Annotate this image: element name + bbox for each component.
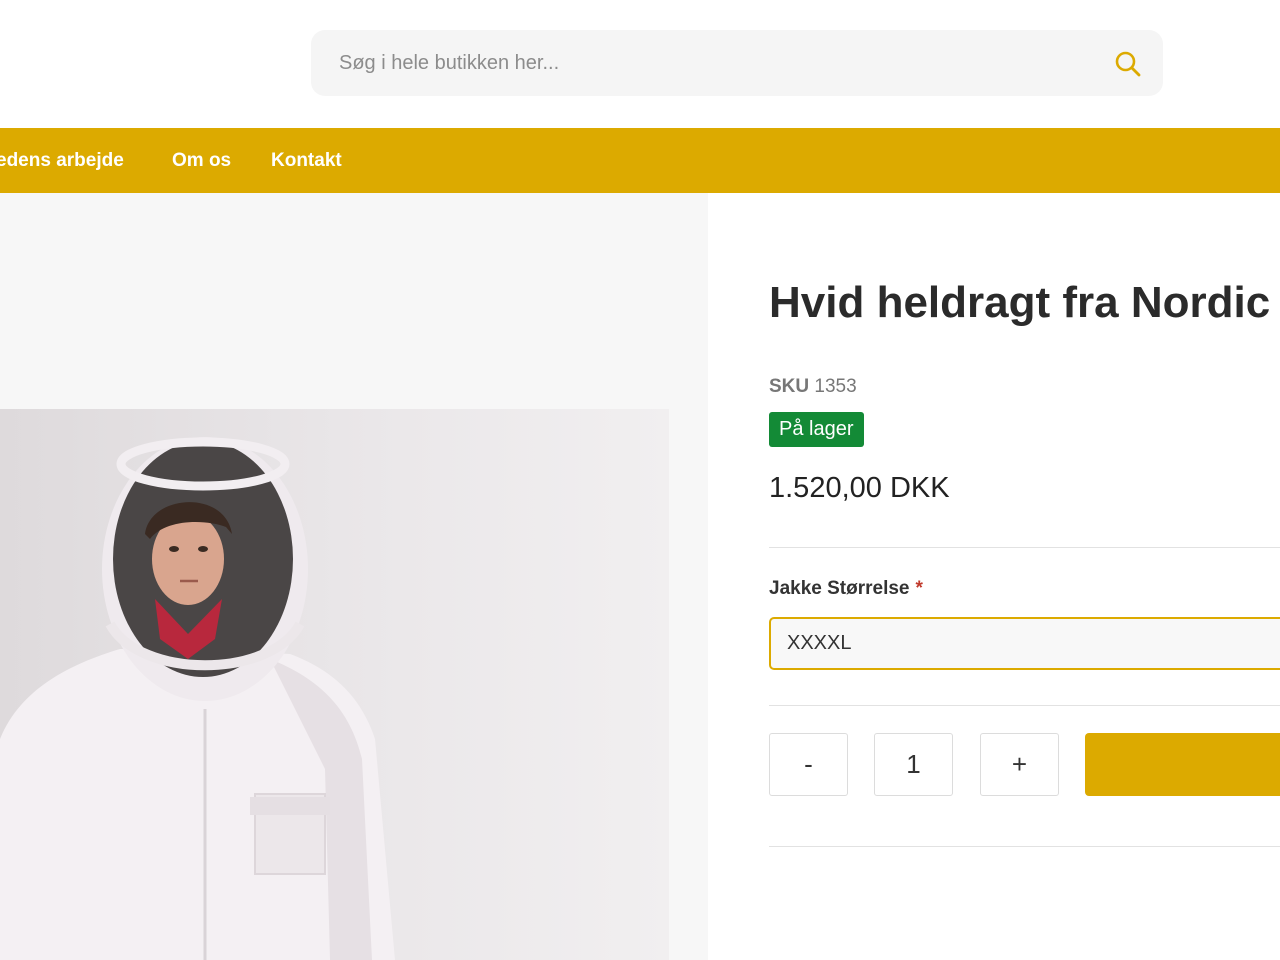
- nav-item-bees-work[interactable]: edens arbejde: [0, 128, 124, 193]
- sku-label: SKU: [769, 376, 810, 397]
- add-to-cart-button[interactable]: [1085, 733, 1280, 796]
- search-icon[interactable]: [1113, 49, 1143, 79]
- size-option-text: Jakke Størrelse: [769, 578, 910, 599]
- divider: [769, 705, 1280, 706]
- stock-badge: På lager: [769, 412, 864, 447]
- divider: [769, 846, 1280, 847]
- product-image[interactable]: [0, 409, 669, 960]
- size-option-label: Jakke Størrelse *: [769, 578, 923, 600]
- required-marker: *: [915, 578, 923, 599]
- quantity-input[interactable]: 1: [874, 733, 953, 796]
- beekeeper-suit-photo: [0, 409, 669, 960]
- search-input[interactable]: [337, 50, 1097, 76]
- product-title: Hvid heldragt fra Nordic: [769, 278, 1271, 327]
- quantity-decrease-button[interactable]: -: [769, 733, 848, 796]
- product-gallery: [0, 193, 708, 960]
- divider: [769, 547, 1280, 548]
- product-sku: SKU 1353: [769, 376, 857, 398]
- sku-value: 1353: [814, 376, 857, 397]
- search-bar[interactable]: [311, 30, 1163, 96]
- product-price: 1.520,00 DKK: [769, 472, 950, 504]
- site-header: [0, 0, 1280, 128]
- main-navigation: edens arbejde Om os Kontakt: [0, 128, 1280, 193]
- size-selected-value: XXXXL: [787, 632, 852, 654]
- quantity-increase-button[interactable]: +: [980, 733, 1059, 796]
- nav-item-contact[interactable]: Kontakt: [271, 128, 342, 193]
- size-select[interactable]: XXXXL: [769, 617, 1280, 670]
- nav-item-about[interactable]: Om os: [172, 128, 231, 193]
